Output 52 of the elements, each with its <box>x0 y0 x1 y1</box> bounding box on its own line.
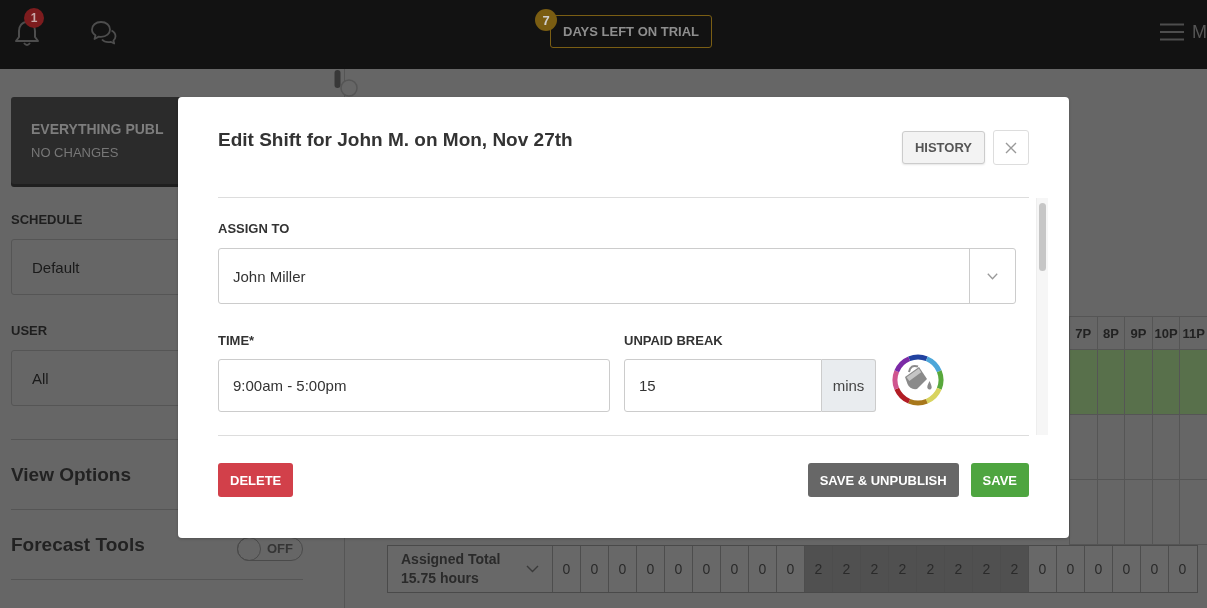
publish-status-panel[interactable]: EVERYTHING PUBL NO CHANGES <box>11 97 182 184</box>
dialog-title: Edit Shift for John M. on Mon, Nov 27th <box>218 128 573 152</box>
hour-total-cell: 0 <box>552 546 580 592</box>
hour-total-cell: 0 <box>1168 546 1196 592</box>
chevron-down-icon[interactable] <box>526 565 539 573</box>
section-title[interactable]: Forecast Tools <box>11 533 145 556</box>
assigned-total-label: Assigned Total <box>401 550 501 569</box>
trial-days-badge: 7 <box>535 9 557 31</box>
scrollbar-track[interactable] <box>1036 198 1048 435</box>
hour-header: 10P <box>1151 317 1180 349</box>
delete-button[interactable]: DELETE <box>218 463 294 497</box>
hour-total-cell: 0 <box>608 546 636 592</box>
field-label: UNPAID BREAK <box>624 332 723 350</box>
hour-total-cell: 0 <box>1112 546 1140 592</box>
field-label: TIME* <box>218 332 255 350</box>
chevron-down-icon[interactable] <box>987 272 998 280</box>
close-icon[interactable] <box>1005 141 1017 154</box>
filter-label: SCHEDULE <box>11 211 83 229</box>
field-label: ASSIGN TO <box>218 220 290 238</box>
menu-icon[interactable] <box>1160 23 1184 41</box>
save-button[interactable]: SAVE <box>970 463 1029 497</box>
notification-badge: 1 <box>24 8 44 28</box>
publish-status-subtitle: NO CHANGES <box>31 145 119 161</box>
unit-addon: mins <box>822 359 876 412</box>
user-menu-initial[interactable]: M <box>1192 20 1207 44</box>
paint-bucket-icon[interactable] <box>892 354 944 406</box>
hour-total-cell: 0 <box>580 546 608 592</box>
close-button[interactable] <box>993 130 1029 165</box>
save-button[interactable]: SAVE & UNPUBLISH <box>807 463 959 497</box>
hour-total-cell: 0 <box>748 546 776 592</box>
hour-total-cell: 0 <box>664 546 692 592</box>
hour-header: 11P <box>1179 317 1207 349</box>
publish-status-title: EVERYTHING PUBL <box>31 120 164 138</box>
section-title[interactable]: View Options <box>11 463 131 486</box>
hour-total-cell: 0 <box>692 546 720 592</box>
filter-label: USER <box>11 322 48 340</box>
hour-total-cell: 0 <box>1028 546 1056 592</box>
hour-total-cell: 0 <box>1084 546 1112 592</box>
time-input[interactable]: 9:00am - 5:00pm <box>218 359 610 412</box>
hour-header: 9P <box>1124 317 1152 349</box>
collapse-handle-icon[interactable] <box>334 69 360 97</box>
hour-total-cell: 0 <box>720 546 748 592</box>
assign-to-select[interactable]: John Miller <box>218 248 1016 304</box>
hour-header: 8P <box>1096 317 1125 349</box>
scrollbar-thumb[interactable] <box>1039 203 1046 271</box>
hour-total-cell: 0 <box>636 546 664 592</box>
assigned-total-hours: 15.75 hours <box>401 569 479 588</box>
history-button[interactable]: HISTORY <box>901 131 985 164</box>
hour-total-cell: 0 <box>1140 546 1168 592</box>
break-input[interactable]: 15 <box>624 359 822 412</box>
chat-icon[interactable] <box>90 20 117 45</box>
hour-total-cell: 0 <box>1056 546 1084 592</box>
